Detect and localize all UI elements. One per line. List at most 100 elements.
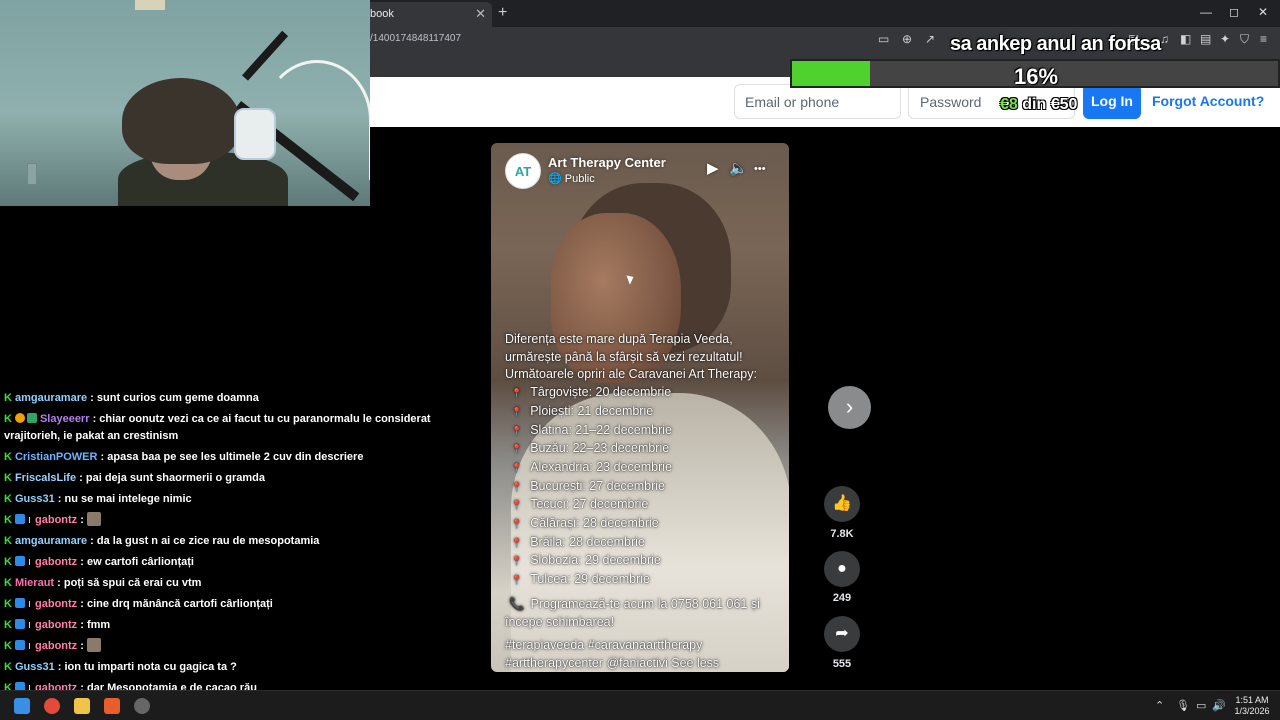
chat-message: Kı gabontz :	[4, 638, 101, 655]
page-name[interactable]: Art Therapy Center	[548, 155, 666, 170]
kick-badge-icon: K	[4, 577, 12, 589]
chat-username[interactable]: FriscalsLife	[15, 472, 76, 484]
caravan-stop: 📍 Brăila: 28 decembrie	[505, 534, 785, 553]
kick-badge-icon: K	[4, 535, 12, 547]
zoom-icon[interactable]: ⊕	[902, 32, 912, 46]
minimize-button[interactable]: —	[1200, 5, 1212, 19]
description-line: Diferența este mare după Terapia Veeda,	[505, 332, 733, 346]
goal-target: €50	[1050, 96, 1078, 113]
chrome-icon[interactable]	[44, 698, 60, 714]
boost-badge-icon	[14, 514, 25, 524]
screen: book ✕ + — ◻ ✕ /1400174848117407 ▭ ⊕ ↗ ▣…	[0, 0, 1280, 720]
chat-username[interactable]: gabontz	[35, 556, 77, 568]
chat-emote-icon	[86, 638, 101, 652]
microphone-icon[interactable]: 🎙	[1176, 699, 1190, 712]
chat-username[interactable]: Slayeeerr	[40, 413, 90, 425]
like-icon[interactable]: 👍	[824, 486, 860, 522]
kick-badge-icon: K	[4, 472, 12, 484]
forgot-account-link[interactable]: Forgot Account?	[1152, 93, 1264, 109]
cast-icon[interactable]: ▭	[878, 32, 889, 46]
chat-text: : cine drq mănâncă cartofi cârlionțați	[80, 598, 273, 610]
chat-username[interactable]: Guss31	[15, 493, 55, 505]
boost-badge-icon	[14, 640, 25, 650]
comment-icon[interactable]: ●	[824, 551, 860, 587]
chat-message: K CristianPOWER : apasa baa pe see les ul…	[4, 449, 363, 466]
media-icon[interactable]: ♫	[1160, 32, 1169, 46]
chat-username[interactable]: CristianPOWER	[15, 451, 98, 463]
chat-text: vrajitorieh, ie pakat an crestinism	[4, 430, 179, 442]
network-icon[interactable]: ▭	[1196, 699, 1206, 712]
visibility-label: 🌐 Public	[548, 172, 595, 185]
chat-message: K Guss31 : nu se mai intelege nimic	[4, 491, 192, 508]
maximize-button[interactable]: ◻	[1229, 5, 1239, 19]
pin-icon: 📍	[511, 575, 523, 586]
info-badge-icon: ı	[27, 619, 32, 631]
url-field[interactable]: /1400174848117407	[370, 33, 461, 44]
boost-badge-icon	[14, 556, 25, 566]
chat-message: K Guss31 : ion tu imparti nota cu gagica …	[4, 659, 237, 676]
pin-icon: 📍	[511, 537, 523, 548]
app-icon[interactable]	[134, 698, 150, 714]
hashtags[interactable]: #terapiaveeda #caravanaarttherapy	[505, 637, 785, 655]
play-icon[interactable]: ▶	[707, 159, 719, 177]
chat-username[interactable]: Guss31	[15, 661, 55, 673]
chat-text: : nu se mai intelege nimic	[57, 493, 192, 505]
chat-username[interactable]: gabontz	[35, 640, 77, 652]
share-icon[interactable]: ↗	[925, 32, 935, 46]
wallet-icon[interactable]: ▤	[1200, 32, 1211, 46]
clock-time: 1:51 AM	[1235, 695, 1269, 705]
tab-close-icon[interactable]: ✕	[475, 6, 486, 22]
kick-badge-icon: K	[4, 392, 12, 404]
hashtags-2[interactable]: #arttherapycenter @faniactivi See less	[505, 655, 785, 672]
share-count: 555	[832, 658, 852, 670]
next-video-button[interactable]: ›	[828, 386, 871, 429]
folder-icon[interactable]	[74, 698, 90, 714]
chat-username[interactable]: amgauramare	[15, 392, 87, 404]
browser-tab[interactable]: book ✕	[362, 2, 492, 27]
chat-message: Kı gabontz : ew cartofi cârlionțați	[4, 554, 194, 571]
more-options-icon[interactable]: •••	[754, 163, 766, 175]
chat-username[interactable]: Mieraut	[15, 577, 54, 589]
webcam-shelf	[135, 0, 165, 10]
brave-icon[interactable]	[104, 698, 120, 714]
volume-icon[interactable]: 🔈	[729, 159, 748, 177]
caravan-stop: 📍 București: 27 decembrie	[505, 478, 785, 497]
kick-badge-icon: K	[4, 493, 12, 505]
page-avatar[interactable]: AT	[505, 153, 541, 189]
chat-message: Kı gabontz : fmm	[4, 617, 110, 634]
chat-username[interactable]: amgauramare	[15, 535, 87, 547]
chat-text: :	[80, 640, 84, 652]
share-icon[interactable]: ➦	[824, 616, 860, 652]
shield-icon[interactable]: ⛉	[1240, 32, 1249, 47]
new-tab-button[interactable]: +	[498, 4, 507, 22]
chat-text: : poți să spui că erai cu vtm	[57, 577, 202, 589]
chat-username[interactable]: gabontz	[35, 514, 77, 526]
pin-icon: 📍	[511, 519, 523, 530]
video-post[interactable]: AT Art Therapy Center 🌐 Public ▶ 🔈 ••• D…	[491, 143, 789, 672]
goal-separator: din	[1017, 96, 1051, 113]
volume-tray-icon[interactable]: 🔊	[1212, 699, 1226, 712]
chat-text: : da la gust n ai ce zice rau de mesopot…	[90, 535, 320, 547]
close-window-button[interactable]: ✕	[1258, 5, 1268, 19]
goal-amount: €8 din €50	[1000, 96, 1077, 114]
chat-username[interactable]: gabontz	[35, 619, 77, 631]
email-field[interactable]: Email or phone	[734, 84, 901, 119]
windows-start-icon[interactable]	[14, 698, 30, 714]
menu-icon[interactable]: ≡	[1260, 32, 1267, 46]
gift-badge-icon	[26, 413, 37, 423]
stop-text: Tecuci: 27 decembrie	[530, 497, 649, 512]
system-clock[interactable]: 1:51 AM 1/3/2026	[1230, 695, 1274, 717]
boost-badge-icon	[14, 619, 25, 629]
streamer-hair	[122, 78, 240, 164]
kick-badge-icon: K	[4, 413, 12, 425]
chat-username[interactable]: gabontz	[35, 598, 77, 610]
chat-text: : ion tu imparti nota cu gagica ta ?	[57, 661, 237, 673]
pin-icon: 📍	[511, 406, 523, 417]
split-view-icon[interactable]: ◧	[1180, 32, 1191, 46]
ai-icon[interactable]: ✦	[1220, 32, 1230, 46]
sub-badge-icon	[14, 413, 25, 423]
chat-message: K Mieraut : poți să spui că erai cu vtm	[4, 575, 201, 592]
tray-expand-icon[interactable]: ⌃	[1155, 699, 1164, 712]
login-button[interactable]: Log In	[1083, 84, 1141, 119]
pin-icon: 📍	[511, 481, 523, 492]
